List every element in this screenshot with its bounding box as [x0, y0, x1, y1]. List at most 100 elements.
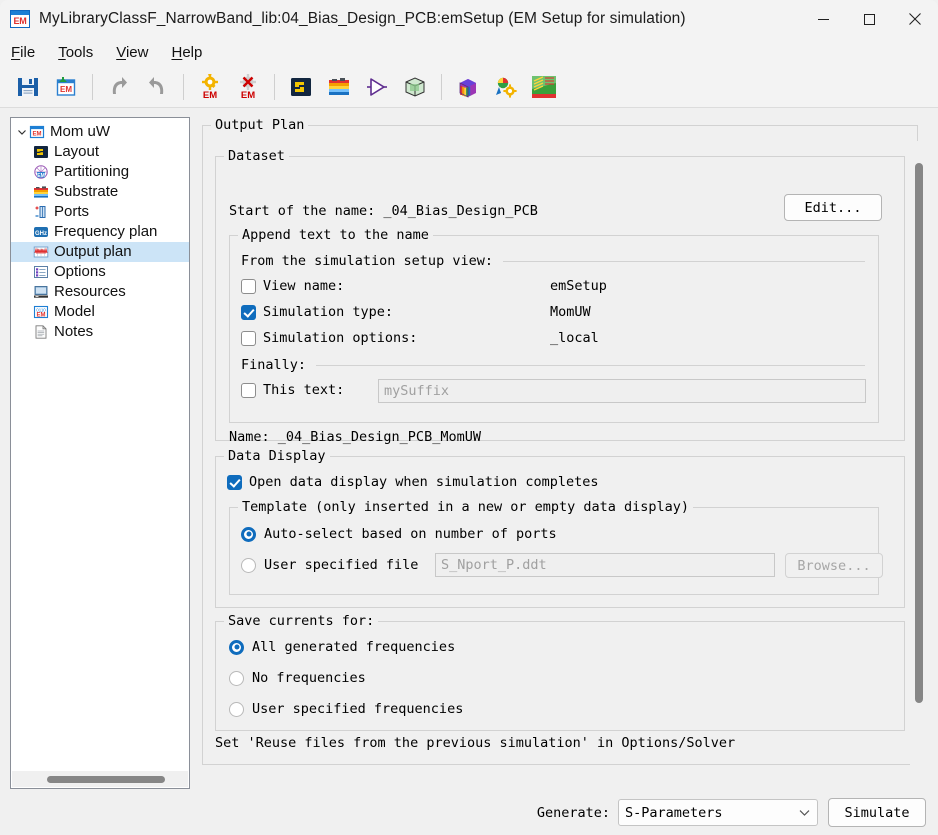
- em-mesh-icon[interactable]: [526, 69, 562, 105]
- sidebar-item-partitioning[interactable]: EM Partitioning: [11, 162, 189, 182]
- em-delete-icon[interactable]: EM: [230, 69, 266, 105]
- finally-label: Finally:: [241, 357, 307, 373]
- sidebar-item-label: Substrate: [54, 183, 119, 200]
- sidebar-item-label: Output plan: [54, 243, 132, 260]
- layout-icon[interactable]: [283, 69, 319, 105]
- main-scroll-thumb[interactable]: [915, 163, 923, 703]
- append-text-group: Append text to the name From the simulat…: [229, 227, 879, 423]
- sidebar-item-frequency-plan[interactable]: GHz Frequency plan: [11, 222, 189, 242]
- save-em-icon[interactable]: EM: [48, 69, 84, 105]
- sidebar-item-substrate[interactable]: Substrate: [11, 182, 189, 202]
- bottom-bar: Generate: S-Parameters Simulate: [0, 790, 938, 835]
- dataset-group-title: Dataset: [224, 148, 289, 164]
- template-file-input[interactable]: S_Nport_P.ddt: [435, 553, 775, 577]
- substrate-icon[interactable]: [321, 69, 357, 105]
- chevron-down-icon: [799, 805, 810, 821]
- user-frequencies-label: User specified frequencies: [252, 701, 464, 717]
- em-settings-icon[interactable]: EM: [192, 69, 228, 105]
- separator-line: [316, 364, 865, 366]
- sidebar-item-notes[interactable]: Notes: [11, 322, 189, 342]
- sidebar-item-label: Layout: [54, 143, 100, 160]
- menu-file[interactable]: File: [9, 43, 37, 62]
- options-icon: [33, 264, 49, 280]
- sidebar-item-label: Notes: [54, 323, 94, 340]
- append-text-group-title: Append text to the name: [238, 227, 433, 243]
- 3d-view-icon[interactable]: [397, 69, 433, 105]
- undo-icon[interactable]: [101, 69, 137, 105]
- view-name-label: View name:: [263, 278, 345, 294]
- all-frequencies-radio[interactable]: [229, 639, 244, 655]
- menu-tools[interactable]: Tools: [56, 43, 95, 62]
- menu-view[interactable]: View: [114, 43, 150, 62]
- user-specified-file-radio-row[interactable]: User specified file: [241, 557, 418, 573]
- simulate-button[interactable]: Simulate: [828, 798, 926, 827]
- ports-icon: [33, 204, 49, 220]
- view-name-row[interactable]: View name:: [241, 278, 344, 294]
- simulation-options-row[interactable]: Simulation options:: [241, 330, 417, 346]
- simulation-type-value: MomUW: [550, 304, 591, 320]
- this-text-checkbox[interactable]: [241, 382, 256, 398]
- generate-select-value: S-Parameters: [625, 804, 723, 821]
- simulation-type-checkbox[interactable]: [241, 304, 256, 320]
- svg-text:EM: EM: [33, 132, 42, 138]
- browse-button[interactable]: Browse...: [785, 553, 883, 578]
- chevron-down-icon[interactable]: [15, 125, 29, 139]
- sidebar-item-model[interactable]: 0110 EM Model: [11, 302, 189, 322]
- sidebar-scroll-thumb[interactable]: [47, 776, 165, 783]
- 3d-cube-icon[interactable]: [450, 69, 486, 105]
- edit-button[interactable]: Edit...: [784, 194, 882, 221]
- em-window-icon: EM: [10, 10, 30, 28]
- data-display-group-title: Data Display: [224, 448, 330, 464]
- all-frequencies-radio-row[interactable]: All generated frequencies: [229, 639, 455, 655]
- minimize-icon[interactable]: [800, 0, 846, 38]
- save-currents-group: Save currents for: All generated frequen…: [215, 613, 905, 731]
- em-model-icon[interactable]: [488, 69, 524, 105]
- sidebar-item-resources[interactable]: Resources: [11, 282, 189, 302]
- svg-text:EM: EM: [203, 90, 217, 100]
- this-text-row[interactable]: This text:: [241, 382, 344, 398]
- menu-help[interactable]: Help: [169, 43, 204, 62]
- simulation-options-checkbox[interactable]: [241, 330, 256, 346]
- user-specified-file-radio[interactable]: [241, 557, 256, 573]
- sidebar-item-output-plan[interactable]: Output plan: [11, 242, 189, 262]
- open-data-display-checkbox[interactable]: [227, 474, 242, 490]
- no-frequencies-radio-row[interactable]: No frequencies: [229, 670, 366, 686]
- simulation-type-row[interactable]: Simulation type:: [241, 304, 393, 320]
- simulation-type-label: Simulation type:: [263, 304, 394, 320]
- tree-root-mom-uw[interactable]: EM Mom uW: [11, 122, 189, 142]
- sidebar-item-options[interactable]: Options: [11, 262, 189, 282]
- view-name-checkbox[interactable]: [241, 278, 256, 294]
- svg-text:EM: EM: [241, 90, 255, 100]
- sidebar-item-layout[interactable]: Layout: [11, 142, 189, 162]
- redo-icon[interactable]: [139, 69, 175, 105]
- simulation-options-value: _local: [550, 330, 599, 346]
- from-view-separator: From the simulation setup view:: [241, 253, 865, 269]
- user-frequencies-radio-row[interactable]: User specified frequencies: [229, 701, 463, 717]
- em-setup-window: EM MyLibraryClassF_NarrowBand_lib:04_Bia…: [0, 0, 938, 835]
- sidebar-horizontal-scrollbar[interactable]: [12, 771, 188, 787]
- close-icon[interactable]: [892, 0, 938, 38]
- no-frequencies-radio[interactable]: [229, 670, 244, 686]
- auto-select-radio[interactable]: [241, 526, 256, 542]
- from-view-label: From the simulation setup view:: [241, 253, 493, 269]
- simulate-icon[interactable]: [359, 69, 395, 105]
- separator-line: [502, 260, 865, 262]
- user-specified-file-label: User specified file: [264, 557, 419, 573]
- all-frequencies-label: All generated frequencies: [252, 639, 456, 655]
- open-data-display-row[interactable]: Open data display when simulation comple…: [227, 474, 599, 490]
- auto-select-radio-row[interactable]: Auto-select based on number of ports: [241, 526, 557, 542]
- app-icon-label: EM: [13, 15, 27, 26]
- svg-text:EM: EM: [60, 85, 72, 94]
- this-text-label: This text:: [263, 382, 345, 398]
- maximize-icon[interactable]: [846, 0, 892, 38]
- generate-select[interactable]: S-Parameters: [618, 799, 818, 826]
- main-vertical-scrollbar[interactable]: [910, 141, 926, 765]
- this-text-input[interactable]: mySuffix: [378, 379, 866, 403]
- data-display-group: Data Display Open data display when simu…: [215, 448, 905, 608]
- em-icon: EM: [29, 124, 45, 140]
- sidebar-item-ports[interactable]: Ports: [11, 202, 189, 222]
- setup-tree: EM Mom uW Layout EM Partitioning Substra…: [11, 118, 189, 342]
- save-icon[interactable]: [10, 69, 46, 105]
- user-frequencies-radio[interactable]: [229, 701, 244, 717]
- sidebar-item-label: Frequency plan: [54, 223, 158, 240]
